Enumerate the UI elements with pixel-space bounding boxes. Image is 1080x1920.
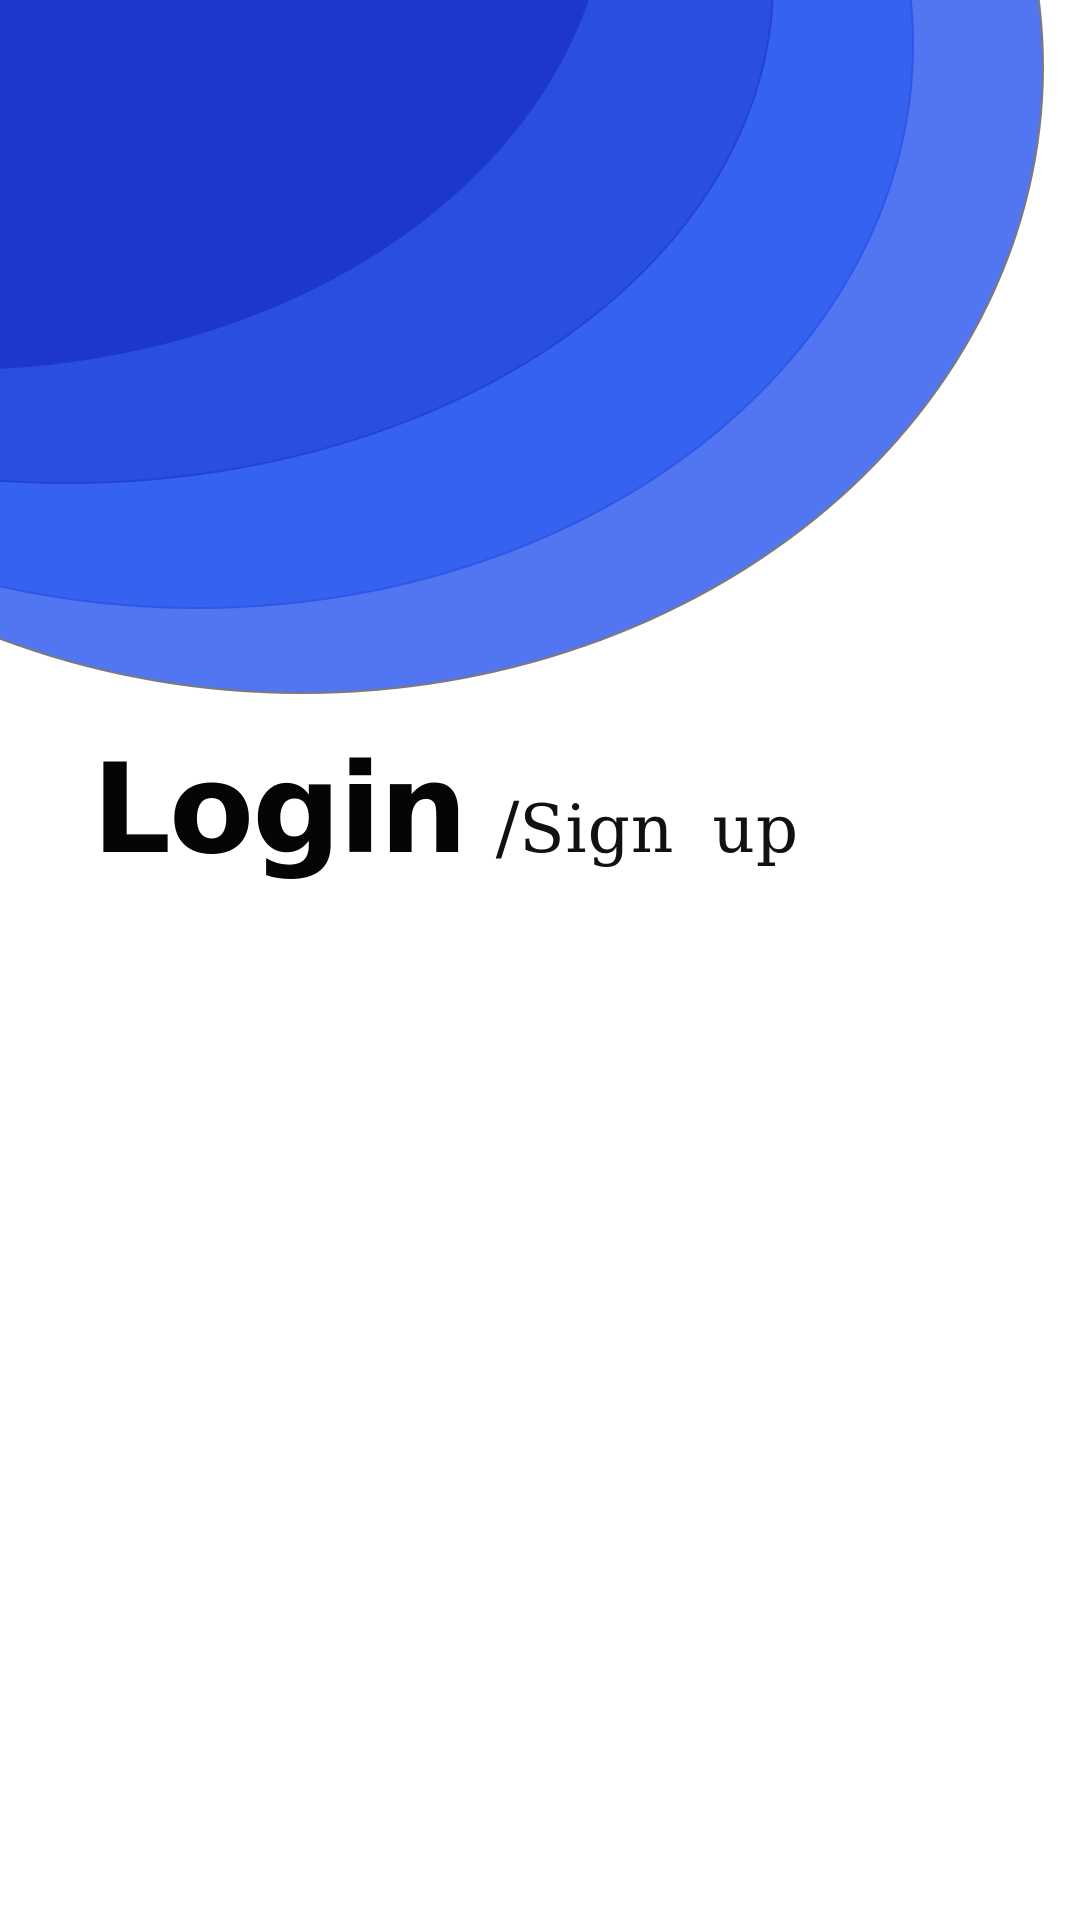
auth-title-row: Login / Sign up (92, 748, 799, 872)
signup-tab[interactable]: Sign up (519, 797, 799, 863)
login-screen: Login / Sign up (0, 0, 1080, 1920)
decorative-blob-header (0, 0, 1080, 760)
login-tab[interactable]: Login (92, 748, 468, 872)
title-separator: / (495, 787, 520, 869)
